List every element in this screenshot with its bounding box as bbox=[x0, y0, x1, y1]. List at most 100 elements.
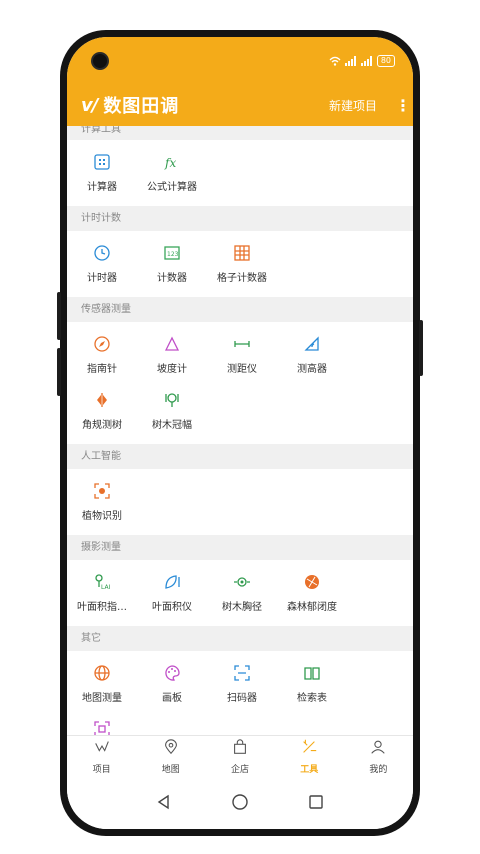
section-header: 人工智能 bbox=[67, 444, 413, 469]
tool-item[interactable]: 指南针 bbox=[67, 326, 137, 382]
tool-label: 森林郁闭度 bbox=[287, 601, 337, 613]
nav-item[interactable]: 工具 bbox=[275, 736, 344, 776]
shop-bag-icon bbox=[231, 738, 249, 760]
tool-label: 叶面积指… bbox=[77, 601, 127, 613]
tool-label: 扫码器 bbox=[227, 692, 257, 704]
tool-label: 检索表 bbox=[297, 692, 327, 704]
book-icon bbox=[302, 663, 322, 683]
tool-item[interactable]: 植物识别 bbox=[67, 473, 137, 529]
tool-label: 角规测树 bbox=[82, 419, 122, 431]
nav-item[interactable]: 地图 bbox=[136, 736, 205, 776]
lai-icon: LAI bbox=[92, 572, 112, 592]
counter-icon: 123 bbox=[162, 243, 182, 263]
signal-icon bbox=[344, 55, 356, 66]
nav-item[interactable]: 企店 bbox=[205, 736, 274, 776]
nav-label: 项目 bbox=[92, 764, 111, 775]
tool-item[interactable]: 计算器 bbox=[67, 144, 137, 200]
section-header: 传感器测量 bbox=[67, 297, 413, 322]
map-pin-icon bbox=[162, 738, 180, 760]
tool-item[interactable]: 森林郁闭度 bbox=[277, 564, 347, 620]
tool-label: 测高器 bbox=[297, 363, 327, 375]
grid-counter-icon bbox=[232, 243, 252, 263]
rangefinder-icon bbox=[232, 334, 252, 354]
nav-label: 企店 bbox=[231, 764, 250, 775]
battery-icon: 80 bbox=[376, 54, 395, 67]
tool-label: 计时器 bbox=[87, 272, 117, 284]
tool-item[interactable]: 测距仪 bbox=[207, 326, 277, 382]
tool-item[interactable]: 扫码器 bbox=[207, 655, 277, 711]
home-icon[interactable] bbox=[231, 793, 249, 811]
section-header: 摄影测量 bbox=[67, 535, 413, 560]
tools-list[interactable]: 计算工具计算器 fx 公式计算器计时计数计时器 123 计数器 格子计数器传感器测量指南针… bbox=[67, 126, 413, 735]
section-header: 计时计数 bbox=[67, 206, 413, 231]
tool-label: 树木胸径 bbox=[222, 601, 262, 613]
tool-label: 公式计算器 bbox=[147, 181, 197, 193]
altimeter-icon bbox=[302, 334, 322, 354]
leaf-area-icon bbox=[162, 572, 182, 592]
tool-item[interactable]: 测高器 bbox=[277, 326, 347, 382]
app-logo-icon: v/ bbox=[81, 94, 98, 116]
nav-label: 工具 bbox=[300, 764, 319, 775]
bottom-nav: 项目 地图 企店 工具 我的 bbox=[67, 735, 413, 776]
signal-icon bbox=[360, 55, 372, 66]
tool-label: 计算器 bbox=[87, 181, 117, 193]
doc-camera-icon bbox=[92, 719, 112, 735]
tool-item[interactable]: 角规测树 bbox=[67, 382, 137, 438]
tool-item[interactable]: 地图测量 bbox=[67, 655, 137, 711]
person-icon bbox=[369, 738, 387, 760]
tool-label: 坡度计 bbox=[157, 363, 187, 375]
nav-label: 地图 bbox=[161, 764, 180, 775]
tool-item[interactable]: 文档相机 bbox=[67, 711, 137, 735]
recents-icon[interactable] bbox=[308, 794, 324, 810]
tool-label: 地图测量 bbox=[82, 692, 122, 704]
canopy-icon bbox=[302, 572, 322, 592]
slope-icon bbox=[162, 334, 182, 354]
nav-item[interactable]: 项目 bbox=[67, 736, 136, 776]
nav-item[interactable]: 我的 bbox=[344, 736, 413, 776]
calculator-icon bbox=[92, 152, 112, 172]
nav-label: 我的 bbox=[369, 764, 388, 775]
tool-label: 叶面积仪 bbox=[152, 601, 192, 613]
phone-frame: 80 v/ 数图田调 新建项目 ⋮ 计算工具计算器 fx 公式计算器计时计数计时器 1… bbox=[57, 30, 423, 836]
section-header: 计算工具 bbox=[67, 126, 413, 140]
tool-item[interactable]: 树木胸径 bbox=[207, 564, 277, 620]
tree-dbh-icon bbox=[232, 572, 252, 592]
status-icons: 80 bbox=[329, 54, 395, 67]
tool-grid: 计时器 123 计数器 格子计数器 bbox=[67, 231, 413, 297]
tool-label: 树木冠幅 bbox=[152, 419, 192, 431]
tool-item[interactable]: 检索表 bbox=[277, 655, 347, 711]
globe-icon bbox=[92, 663, 112, 683]
tool-label: 格子计数器 bbox=[217, 272, 267, 284]
tree-crown-icon bbox=[162, 390, 182, 410]
app-bar: v/ 数图田调 新建项目 ⋮ bbox=[67, 84, 413, 126]
tool-grid: LAI 叶面积指… 叶面积仪 树木胸径 森林郁闭度 bbox=[67, 560, 413, 626]
tool-grid: 地图测量 画板 扫码器 检索表文档相机 bbox=[67, 651, 413, 735]
tool-item[interactable]: 树木冠幅 bbox=[137, 382, 207, 438]
tool-item[interactable]: 计时器 bbox=[67, 235, 137, 291]
more-menu-icon[interactable]: ⋮ bbox=[395, 96, 411, 115]
tool-label: 指南针 bbox=[87, 363, 117, 375]
palette-icon bbox=[162, 663, 182, 683]
svg-text:fx: fx bbox=[164, 156, 176, 170]
screen: 80 v/ 数图田调 新建项目 ⋮ 计算工具计算器 fx 公式计算器计时计数计时器 1… bbox=[67, 37, 413, 829]
tool-item[interactable]: 坡度计 bbox=[137, 326, 207, 382]
tool-item[interactable]: 叶面积仪 bbox=[137, 564, 207, 620]
new-project-button[interactable]: 新建项目 bbox=[329, 97, 377, 114]
tool-grid: 植物识别 bbox=[67, 469, 413, 535]
tool-label: 计数器 bbox=[157, 272, 187, 284]
tool-label: 测距仪 bbox=[227, 363, 257, 375]
project-icon bbox=[93, 738, 111, 760]
system-nav-bar bbox=[67, 775, 413, 829]
power-button bbox=[419, 320, 423, 376]
status-bar: 80 bbox=[67, 37, 413, 84]
formula-icon: fx bbox=[162, 152, 182, 172]
tool-item[interactable]: fx 公式计算器 bbox=[137, 144, 207, 200]
tools-icon bbox=[300, 738, 318, 760]
tool-item[interactable]: 格子计数器 bbox=[207, 235, 277, 291]
tool-item[interactable]: 画板 bbox=[137, 655, 207, 711]
plant-scan-icon bbox=[92, 481, 112, 501]
volume-button bbox=[57, 348, 61, 396]
tool-item[interactable]: LAI 叶面积指… bbox=[67, 564, 137, 620]
back-icon[interactable] bbox=[156, 794, 172, 810]
tool-item[interactable]: 123 计数器 bbox=[137, 235, 207, 291]
